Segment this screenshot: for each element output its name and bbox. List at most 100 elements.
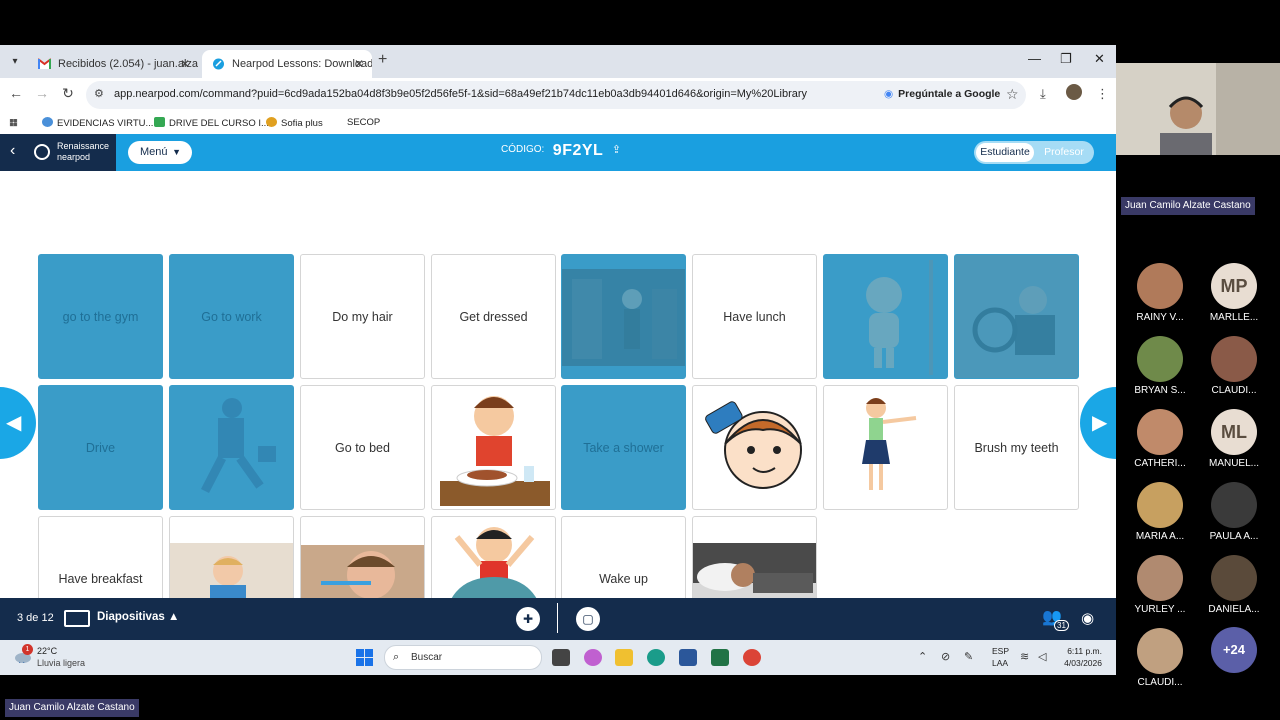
participant-tile[interactable]: RAINY V... (1122, 263, 1198, 323)
bookmark-sofia[interactable]: Sofia plus (266, 117, 323, 129)
avatar (1137, 263, 1183, 309)
view-toggle[interactable]: Estudiante Profesor (974, 141, 1094, 164)
participant-tile[interactable]: CATHERI... (1122, 409, 1198, 469)
card-label: Brush my teeth (974, 440, 1059, 455)
eye-icon[interactable]: ◉ (1081, 609, 1094, 627)
participant-tile[interactable]: BRYAN S... (1122, 336, 1198, 396)
tab-nearpod[interactable]: Nearpod Lessons: Download re ✕ (202, 50, 372, 78)
close-window-icon[interactable]: ✕ (1094, 51, 1105, 67)
clock-time[interactable]: 6:11 p.m. (1062, 646, 1102, 656)
participant-tile[interactable]: CLAUDI... (1122, 628, 1198, 688)
language-indicator[interactable]: ESP (992, 646, 1009, 656)
card-get-dressed[interactable]: Get dressed (431, 254, 556, 379)
tab-gmail[interactable]: Recibidos (2.054) - juan.alzateac ✕ (28, 50, 198, 78)
excel-icon[interactable] (711, 649, 729, 666)
bookmark-label: Sofia plus (281, 118, 323, 129)
bookmark-star-icon[interactable]: ☆ (1006, 86, 1019, 103)
bookmark-evidencias[interactable]: EVIDENCIAS VIRTU... (42, 117, 153, 129)
site-info-icon[interactable]: ⚙ (94, 87, 104, 100)
keyboard-layout[interactable]: LAA (992, 658, 1008, 668)
toggle-teacher[interactable]: Profesor (1036, 143, 1092, 162)
card-driving-photo[interactable] (954, 254, 1079, 379)
card-label: go to the gym (62, 309, 139, 324)
participant-name: RAINY V... (1136, 312, 1184, 323)
windows-taskbar: 1 22°C Lluvia ligera ⌕ Buscar ⌃ ⊘ ✎ ESP … (0, 640, 1116, 675)
toggle-student[interactable]: Estudiante (976, 143, 1034, 162)
avatar (1137, 555, 1183, 601)
edge-icon[interactable] (647, 649, 665, 666)
taskbar-search[interactable]: ⌕ Buscar (384, 645, 542, 670)
card-gym-photo[interactable] (561, 254, 686, 379)
wifi-icon[interactable]: ≋ (1020, 650, 1029, 663)
address-bar[interactable]: ⚙ app.nearpod.com/command?puid=6cd9ada15… (86, 81, 1026, 109)
slides-icon[interactable] (64, 610, 90, 627)
new-tab-icon[interactable]: + (378, 51, 387, 69)
present-icon[interactable]: ▢ (576, 607, 600, 631)
apps-grid-icon[interactable]: ▦ (9, 117, 18, 128)
card-take-a-shower[interactable]: Take a shower (561, 385, 686, 510)
brand-text: Renaissance nearpod (57, 141, 109, 163)
card-brush-my-teeth[interactable]: Brush my teeth (954, 385, 1079, 510)
weather-temperature[interactable]: 22°C (37, 646, 57, 656)
download-icon[interactable]: ⤓ (1040, 86, 1046, 102)
pen-icon[interactable]: ✎ (964, 650, 973, 663)
bookmark-drive[interactable]: DRIVE DEL CURSO I... (154, 117, 269, 129)
chevron-up-icon[interactable]: ⌃ (918, 650, 927, 663)
chrome-icon[interactable] (743, 649, 761, 666)
participant-name: MARIA A... (1135, 531, 1185, 542)
clock-date[interactable]: 4/03/2026 (1052, 658, 1102, 668)
card-shower-cartoon[interactable] (823, 254, 948, 379)
close-tab-icon[interactable]: ✕ (180, 50, 190, 78)
card-go-to-bed[interactable]: Go to bed (300, 385, 425, 510)
arrow-left-icon: ◀ (6, 412, 22, 434)
card-businessman-running[interactable] (169, 385, 294, 510)
minimize-icon[interactable]: — (1028, 51, 1041, 66)
bookmark-secop[interactable]: SECOP (347, 117, 380, 128)
card-go-to-the-gym[interactable]: go to the gym (38, 254, 163, 379)
forward-icon[interactable]: → (32, 85, 52, 101)
more-participants-button[interactable]: +24 (1211, 627, 1257, 673)
puzzle-icon[interactable]: ✚ (516, 607, 540, 631)
participant-tile[interactable]: CLAUDI... (1196, 336, 1272, 396)
task-view-icon[interactable] (552, 649, 570, 666)
session-code[interactable]: CÓDIGO: 9F2YL ⇪ (501, 142, 621, 160)
share-icon[interactable]: ⇪ (612, 144, 621, 156)
url-text[interactable]: app.nearpod.com/command?puid=6cd9ada152b… (114, 88, 807, 100)
card-go-to-work[interactable]: Go to work (169, 254, 294, 379)
participant-tile[interactable]: MARIA A... (1122, 482, 1198, 542)
close-tab-icon[interactable]: ✕ (354, 50, 364, 78)
restore-icon[interactable]: ❐ (1060, 51, 1072, 67)
participant-tile[interactable]: PAULA A... (1196, 482, 1272, 542)
card-have-lunch[interactable]: Have lunch (692, 254, 817, 379)
back-icon[interactable]: ← (6, 85, 26, 101)
mic-off-icon[interactable]: ⊘ (941, 650, 950, 663)
card-boy-eating-lunch[interactable] (431, 385, 556, 510)
participant-tile[interactable]: MP MARLLE... (1196, 263, 1272, 323)
self-name-tag: Juan Camilo Alzate Castano (5, 699, 139, 717)
reload-icon[interactable]: ↻ (58, 85, 78, 102)
card-do-my-hair[interactable]: Do my hair (300, 254, 425, 379)
copilot-icon[interactable] (584, 649, 602, 666)
file-explorer-icon[interactable] (615, 649, 633, 666)
participant-tile[interactable]: ML MANUEL... (1196, 409, 1272, 469)
card-boy-combing-hair[interactable] (692, 385, 817, 510)
chevron-left-icon[interactable]: ‹ (10, 142, 15, 160)
volume-icon[interactable]: ◁ (1038, 650, 1046, 663)
menu-button[interactable]: Menú ▼ (128, 141, 192, 164)
participant-tile[interactable]: DANIELA... (1196, 555, 1272, 615)
weather-description[interactable]: Lluvia ligera (37, 658, 85, 668)
card-girl-dressed[interactable] (823, 385, 948, 510)
brand-line-1: Renaissance (57, 141, 110, 151)
word-icon[interactable] (679, 649, 697, 666)
ask-google-button[interactable]: ◉ Pregúntale a Google (884, 88, 1000, 100)
tab-search-icon[interactable]: ▾ (6, 53, 24, 71)
card-drive[interactable]: Drive (38, 385, 163, 510)
participant-tile[interactable]: YURLEY ... (1122, 555, 1198, 615)
windows-start-icon[interactable] (356, 649, 373, 666)
profile-avatar[interactable] (1066, 84, 1082, 100)
avatar (1137, 336, 1183, 382)
more-options-icon[interactable]: ⋮ (1096, 86, 1109, 102)
tab-nearpod-label: Nearpod Lessons: Download re (232, 58, 372, 70)
nearpod-logo[interactable]: ‹ Renaissance nearpod (0, 134, 116, 171)
slides-button[interactable]: Diapositivas ▲ (97, 611, 179, 623)
